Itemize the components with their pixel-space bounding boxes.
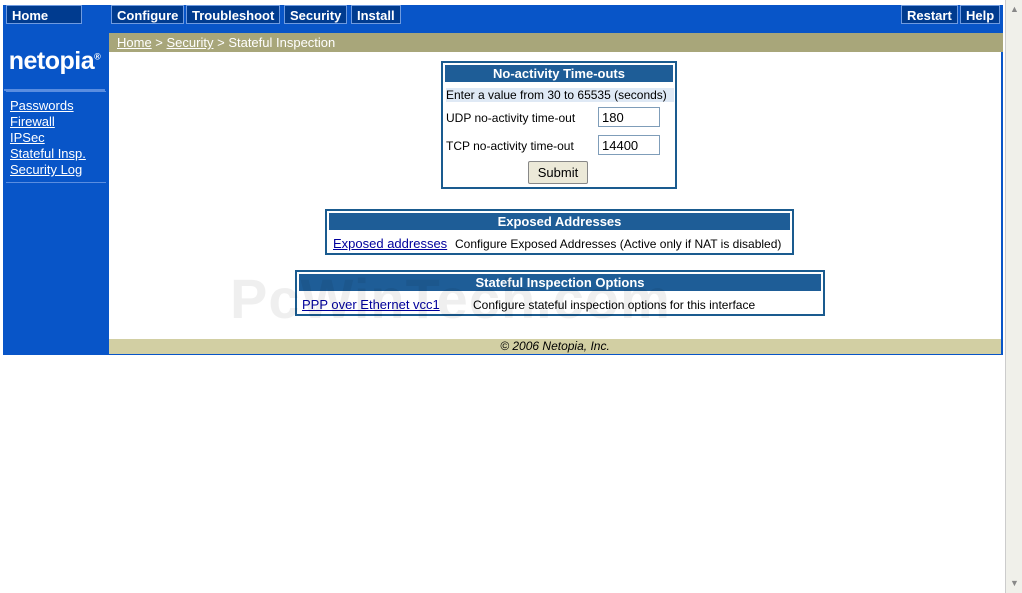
breadcrumb-current: Stateful Inspection	[228, 35, 336, 50]
timeouts-panel: No-activity Time-outs Enter a value from…	[441, 61, 677, 189]
help-button[interactable]: Help	[960, 5, 1001, 24]
exposed-addresses-title: Exposed Addresses	[329, 213, 790, 230]
submit-button[interactable]: Submit	[528, 161, 588, 184]
tcp-timeout-input[interactable]	[598, 135, 660, 155]
pppoe-vcc1-link[interactable]: PPP over Ethernet vcc1	[302, 297, 440, 312]
stateful-options-title: Stateful Inspection Options	[299, 274, 821, 291]
sidebar-item-ipsec[interactable]: IPSec	[10, 130, 86, 146]
sidebar-item-passwords[interactable]: Passwords	[10, 98, 86, 114]
troubleshoot-button[interactable]: Troubleshoot	[186, 5, 281, 24]
sidebar-nav: Passwords Firewall IPSec Stateful Insp. …	[10, 98, 86, 178]
footer: © 2006 Netopia, Inc.	[109, 339, 1001, 354]
breadcrumb-home-link[interactable]: Home	[117, 35, 152, 50]
stateful-options-desc: Configure stateful inspection options fo…	[473, 298, 756, 312]
stateful-options-panel: Stateful Inspection Options PPP over Eth…	[295, 270, 825, 316]
udp-timeout-input[interactable]	[598, 107, 660, 127]
netopia-logo: netopia®	[4, 33, 105, 91]
tcp-timeout-label: TCP no-activity time-out	[446, 139, 574, 153]
sidebar-item-security-log[interactable]: Security Log	[10, 162, 86, 178]
restart-button[interactable]: Restart	[901, 5, 958, 24]
scroll-down-icon[interactable]: ▼	[1007, 576, 1022, 591]
sidebar-item-firewall[interactable]: Firewall	[10, 114, 86, 130]
security-button[interactable]: Security	[284, 5, 348, 24]
exposed-addresses-link[interactable]: Exposed addresses	[333, 236, 447, 251]
breadcrumb-separator: >	[213, 35, 229, 50]
exposed-addresses-panel: Exposed Addresses Exposed addresses Conf…	[325, 209, 794, 255]
breadcrumb: Home > Security > Stateful Inspection	[109, 33, 1003, 52]
sidebar-divider	[6, 182, 106, 183]
vertical-scrollbar[interactable]: ▲ ▼	[1005, 0, 1022, 593]
sidebar-divider	[6, 91, 106, 92]
timeouts-title: No-activity Time-outs	[445, 65, 673, 82]
install-button[interactable]: Install	[351, 5, 401, 24]
home-button[interactable]: Home	[6, 5, 82, 24]
sidebar-item-stateful-insp[interactable]: Stateful Insp.	[10, 146, 86, 162]
configure-button[interactable]: Configure	[111, 5, 185, 24]
timeouts-hint: Enter a value from 30 to 65535 (seconds)	[446, 88, 674, 102]
scroll-up-icon[interactable]: ▲	[1007, 2, 1022, 17]
breadcrumb-security-link[interactable]: Security	[167, 35, 214, 50]
udp-timeout-label: UDP no-activity time-out	[446, 111, 576, 125]
breadcrumb-separator: >	[151, 35, 167, 50]
logo-text: netopia®	[8, 46, 101, 75]
exposed-addresses-desc: Configure Exposed Addresses (Active only…	[455, 237, 782, 251]
